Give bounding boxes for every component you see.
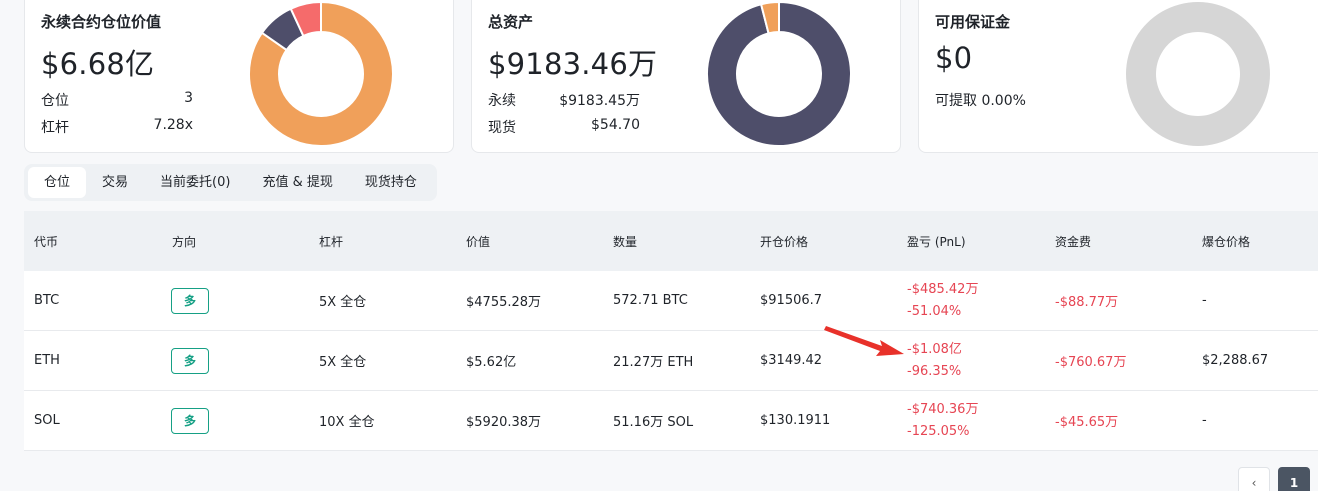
pnl-amount: -$1.08亿 (907, 341, 962, 357)
kv-value: 3 (184, 90, 193, 106)
kv-value: 7.28x (153, 117, 193, 133)
card-total-assets: 总资产 $9183.46万 永续 $9183.45万 现货 $54.70 (471, 0, 901, 153)
header-value: 价值 (466, 234, 491, 249)
annotation-arrow-icon (824, 326, 904, 356)
cell-value: $5.62亿 (466, 355, 517, 370)
cell-value: $4755.28万 (466, 295, 542, 310)
card-value: $9183.46万 (488, 47, 658, 81)
kv-row-positions: 仓位 3 (41, 90, 193, 110)
table-row[interactable]: BTC 多 5X 全仓 $4755.28万 572.71 BTC $91506.… (24, 271, 1318, 331)
kv-label: 现货 (488, 120, 516, 136)
card-value: $6.68亿 (41, 47, 155, 81)
table-row[interactable]: ETH 多 5X 全仓 $5.62亿 21.27万 ETH $3149.42 -… (24, 331, 1318, 391)
cell-coin: BTC (34, 293, 60, 308)
tab-spot-holdings[interactable]: 现货持仓 (349, 167, 433, 198)
tab-positions[interactable]: 仓位 (28, 167, 87, 198)
pnl-amount: -$740.36万 (907, 401, 979, 417)
kv-row-perpetual: 永续 $9183.45万 (488, 90, 640, 110)
cell-liq-price: $2,288.67 (1202, 353, 1269, 368)
cell-pnl: -$1.08亿 -96.35% (907, 339, 962, 383)
header-liq-price: 爆仓价格 (1202, 234, 1251, 249)
table-header: 代币 方向 杠杆 价值 数量 开仓价格 盈亏 (PnL) 资金费 爆仓价格 (24, 211, 1318, 271)
card-title: 可用保证金 (935, 13, 1011, 31)
positions-table: 代币 方向 杠杆 价值 数量 开仓价格 盈亏 (PnL) 资金费 爆仓价格 BT… (24, 211, 1318, 451)
card-position-value: 永续合约仓位价值 $6.68亿 仓位 3 杠杆 7.28x (24, 0, 454, 153)
cell-quantity: 51.16万 SOL (613, 415, 694, 430)
kv-value: $54.70 (591, 117, 640, 133)
cell-coin: ETH (34, 353, 60, 368)
header-entry-price: 开仓价格 (760, 234, 809, 249)
cell-pnl: -$740.36万 -125.05% (907, 399, 978, 443)
header-leverage: 杠杆 (319, 234, 344, 249)
kv-row-spot: 现货 $54.70 (488, 117, 640, 137)
cell-funding: -$760.67万 (1055, 355, 1127, 370)
card-available-margin: 可用保证金 $0 可提取 0.00% (918, 0, 1318, 153)
kv-row-leverage: 杠杆 7.28x (41, 117, 193, 137)
card-value: $0 (935, 41, 973, 75)
pnl-amount: -$485.42万 (907, 281, 979, 297)
card-title: 永续合约仓位价值 (41, 13, 162, 31)
card-title: 总资产 (488, 13, 534, 31)
cell-quantity: 572.71 BTC (613, 293, 688, 308)
cell-quantity: 21.27万 ETH (613, 355, 694, 370)
tab-trades[interactable]: 交易 (86, 167, 144, 198)
cell-funding: -$45.65万 (1055, 415, 1119, 430)
kv-label: 可提取 0.00% (935, 93, 1026, 109)
side-badge: 多 (171, 407, 209, 434)
donut-chart-positions (248, 1, 394, 147)
cell-leverage: 5X 全仓 (319, 295, 367, 310)
pagination-page-1[interactable]: 1 (1278, 467, 1310, 491)
donut-slice-0 (1125, 2, 1270, 146)
cell-entry-price: $3149.42 (760, 353, 823, 368)
donut-chart-assets (706, 1, 852, 147)
cell-value: $5920.38万 (466, 415, 542, 430)
header-side: 方向 (172, 234, 197, 249)
pagination-prev-button[interactable]: ‹ (1238, 467, 1270, 491)
pnl-percent: -51.04% (907, 303, 962, 319)
cell-entry-price: $91506.7 (760, 293, 823, 308)
cell-liq-price: - (1202, 413, 1207, 428)
header-coin: 代币 (34, 234, 59, 249)
cell-leverage: 5X 全仓 (319, 355, 367, 370)
tab-open-orders[interactable]: 当前委托(0) (144, 167, 246, 198)
side-badge: 多 (171, 287, 209, 314)
cell-funding: -$88.77万 (1055, 295, 1119, 310)
tab-deposit-withdraw[interactable]: 充值 & 提现 (246, 167, 348, 198)
header-funding: 资金费 (1055, 234, 1092, 249)
pnl-percent: -125.05% (907, 423, 970, 439)
kv-value: $9183.45万 (559, 93, 640, 109)
kv-row-withdrawable: 可提取 0.00% (935, 90, 1026, 110)
pnl-percent: -96.35% (907, 363, 962, 379)
kv-label: 仓位 (41, 93, 69, 109)
cell-coin: SOL (34, 413, 60, 428)
cell-leverage: 10X 全仓 (319, 415, 375, 430)
side-badge: 多 (171, 347, 209, 374)
cell-pnl: -$485.42万 -51.04% (907, 279, 978, 323)
kv-label: 永续 (488, 93, 516, 109)
cell-liq-price: - (1202, 293, 1207, 308)
cell-entry-price: $130.1911 (760, 413, 831, 428)
kv-label: 杠杆 (41, 120, 69, 136)
donut-chart-margin (1125, 2, 1270, 146)
table-row[interactable]: SOL 多 10X 全仓 $5920.38万 51.16万 SOL $130.1… (24, 391, 1318, 451)
header-pnl: 盈亏 (PnL) (907, 234, 966, 249)
header-quantity: 数量 (613, 234, 638, 249)
tab-bar: 仓位 交易 当前委托(0) 充值 & 提现 现货持仓 (24, 164, 437, 201)
